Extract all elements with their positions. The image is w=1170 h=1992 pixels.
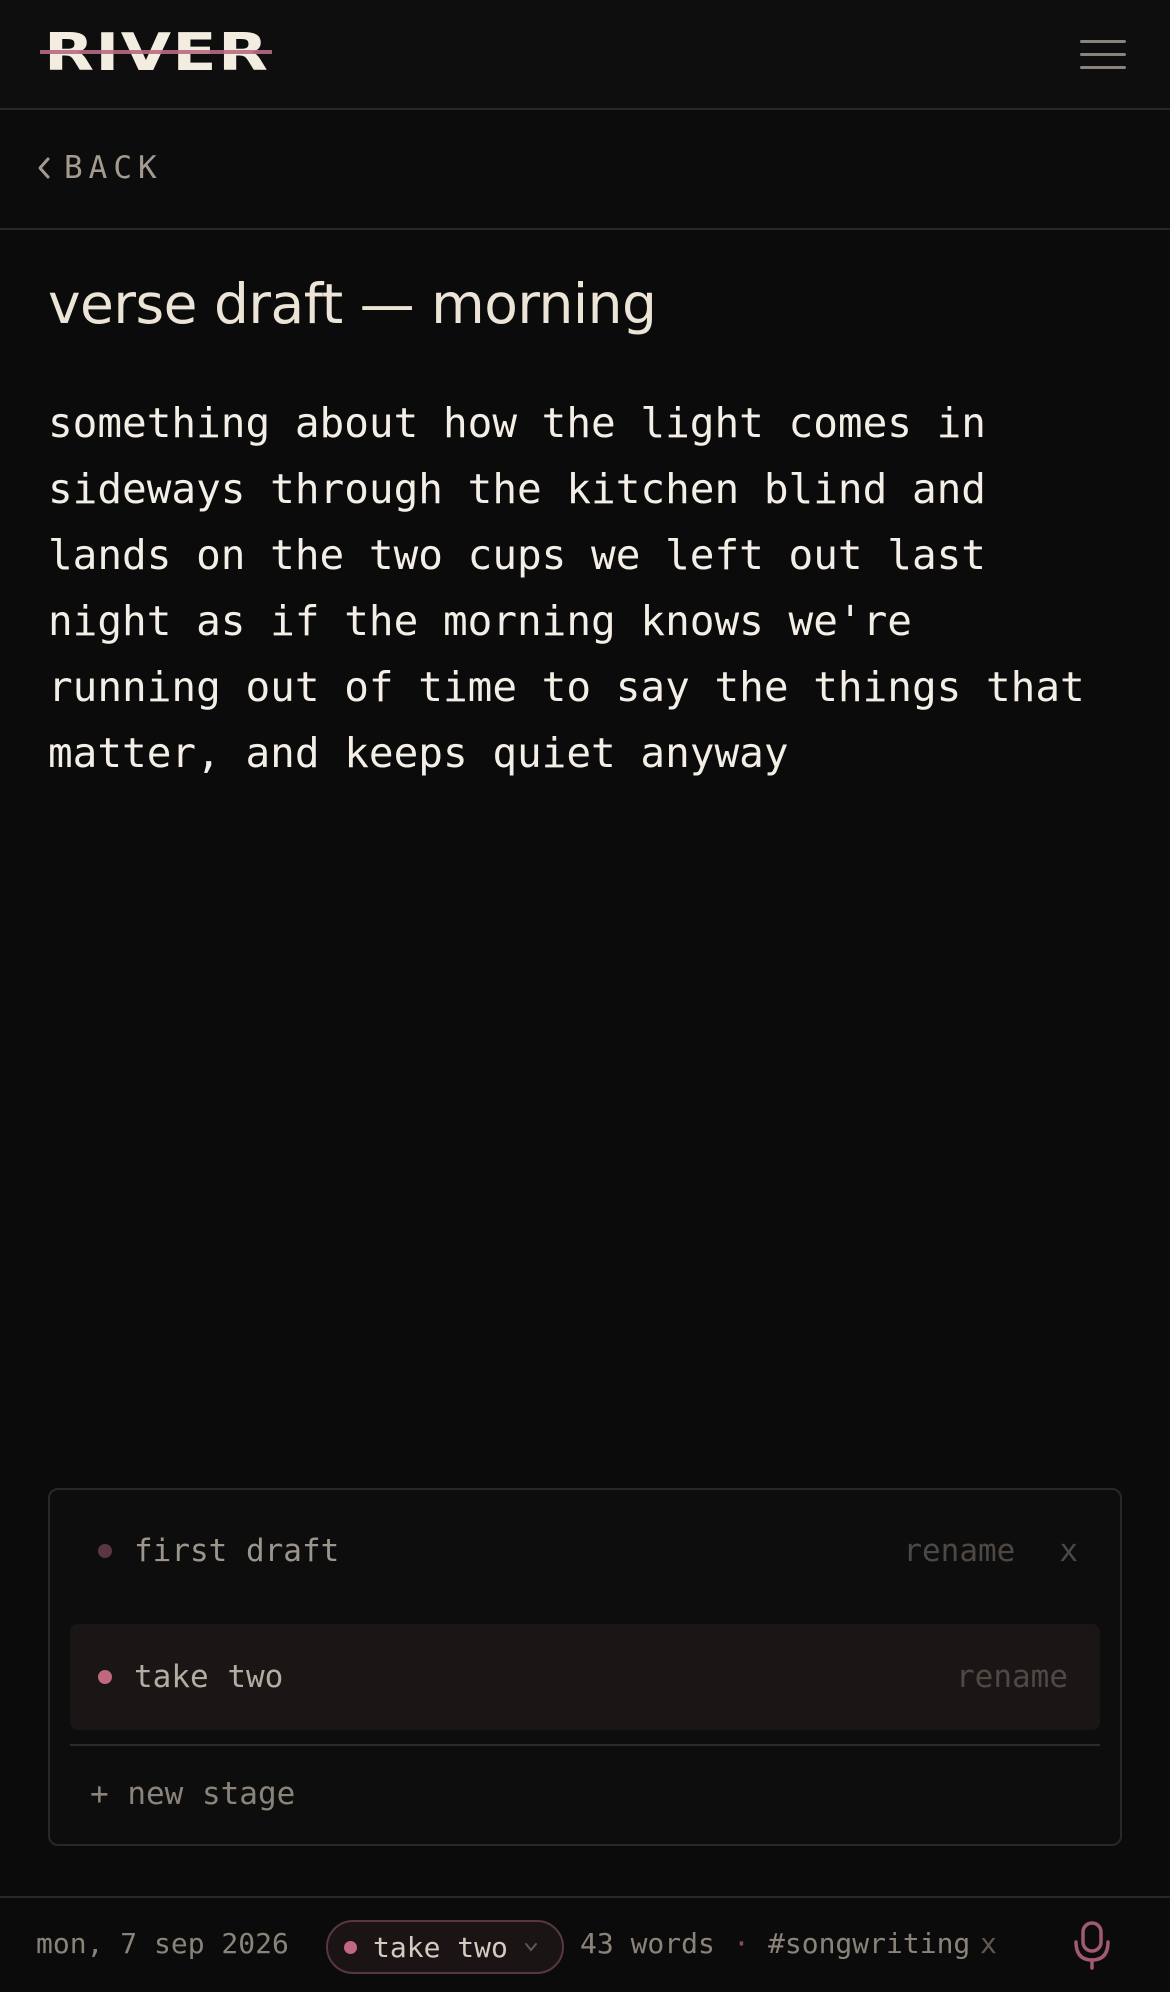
remove-tag-button[interactable]: x xyxy=(980,1927,997,1960)
stage-item-first-draft[interactable]: first draft rename x xyxy=(70,1498,1100,1604)
back-label: BACK xyxy=(64,150,163,186)
stage-dot-icon xyxy=(344,1940,357,1954)
stage-dot-icon xyxy=(98,1670,112,1684)
rename-stage-button[interactable]: rename xyxy=(956,1659,1068,1695)
logo-strike-line xyxy=(40,50,272,54)
chevron-down-icon xyxy=(524,1943,537,1952)
hamburger-menu-icon[interactable] xyxy=(1080,38,1126,70)
note-body-editor[interactable]: something about how the light comes in s… xyxy=(48,390,1128,786)
note-title[interactable]: verse draft — morning xyxy=(48,272,657,336)
note-date: mon, 7 sep 2026 xyxy=(36,1927,289,1960)
stage-dot-icon xyxy=(98,1544,112,1558)
stage-name: first draft xyxy=(134,1533,340,1569)
current-stage-label: take two xyxy=(373,1930,508,1964)
status-footer: mon, 7 sep 2026 take two 43 words · #son… xyxy=(0,1896,1170,1992)
back-button[interactable]: BACK xyxy=(36,150,163,186)
chevron-left-icon xyxy=(38,157,50,179)
back-bar: BACK xyxy=(0,112,1170,230)
new-stage-button[interactable]: + new stage xyxy=(90,1776,295,1812)
stages-panel: first draft rename x take two rename + n… xyxy=(48,1488,1122,1846)
river-logo[interactable]: RIVER xyxy=(40,27,272,79)
app-header: RIVER xyxy=(0,0,1170,110)
stage-item-take-two[interactable]: take two rename xyxy=(70,1624,1100,1730)
separator-dot: · xyxy=(733,1927,750,1960)
stage-selector-dropdown[interactable]: take two xyxy=(326,1920,564,1974)
panel-divider xyxy=(70,1744,1100,1746)
microphone-icon[interactable] xyxy=(1070,1920,1114,1970)
rename-stage-button[interactable]: rename xyxy=(903,1533,1015,1569)
stage-name: take two xyxy=(134,1659,284,1695)
delete-stage-button[interactable]: x xyxy=(1059,1533,1078,1569)
tag-songwriting[interactable]: #songwriting xyxy=(768,1927,970,1960)
word-count: 43 words xyxy=(580,1927,715,1960)
